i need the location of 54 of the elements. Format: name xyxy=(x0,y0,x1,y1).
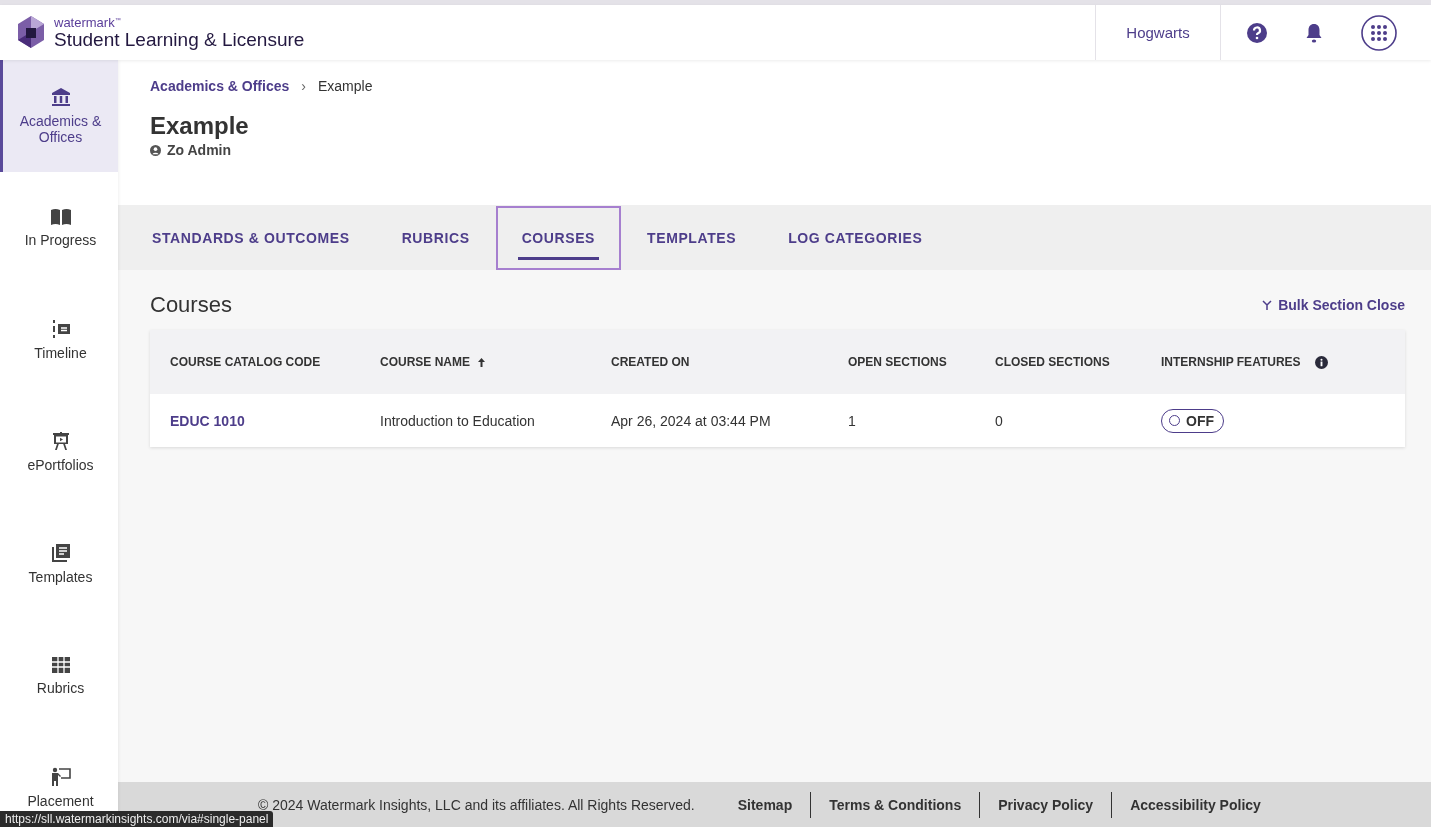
column-header: OPEN SECTIONS xyxy=(848,355,947,369)
tab[interactable]: RUBRICS xyxy=(375,205,496,270)
sort-ascending-icon[interactable] xyxy=(478,357,485,367)
user-icon xyxy=(150,144,161,156)
documents-icon xyxy=(50,543,71,563)
section-title: Courses xyxy=(150,292,232,318)
tab[interactable]: TEMPLATES xyxy=(621,205,763,270)
internship-toggle[interactable]: OFF xyxy=(1161,408,1224,433)
bulk-section-close-button[interactable]: Bulk Section Close xyxy=(1262,297,1405,313)
column-header: CLOSED SECTIONS xyxy=(995,355,1110,369)
table-cell: Apr 26, 2024 at 03:44 PM xyxy=(611,412,771,429)
sidebar-item[interactable]: ePortfolios xyxy=(0,396,118,508)
product-name: Student Learning & Licensure xyxy=(54,29,305,52)
info-icon[interactable] xyxy=(1314,355,1328,369)
footer-link[interactable]: Accessibility Policy xyxy=(1111,791,1279,818)
brand-name: watermark$^{™}$ xyxy=(54,14,122,30)
breadcrumb-current: Example xyxy=(317,78,373,94)
breadcrumb-separator: › xyxy=(301,78,306,94)
notification-bell-icon[interactable] xyxy=(1305,22,1323,43)
sidebar-item[interactable]: In Progress xyxy=(0,172,118,284)
column-header: COURSE CATALOG CODE xyxy=(170,355,321,369)
book-icon xyxy=(49,208,72,226)
sidebar-item[interactable]: Rubrics xyxy=(0,620,118,732)
sidebar-item[interactable]: Academics & Offices xyxy=(0,60,118,172)
column-header: COURSE NAME xyxy=(380,355,470,369)
help-icon[interactable] xyxy=(1247,22,1267,43)
column-header: INTERNSHIP FEATURES xyxy=(1161,355,1301,369)
table-grid-icon xyxy=(50,656,71,674)
logo-icon xyxy=(16,16,46,49)
breadcrumb-link[interactable]: Academics & Offices xyxy=(150,78,290,94)
copyright-text: © 2024 Watermark Insights, LLC and its affiliates. All Rights Reserved. xyxy=(258,796,695,813)
sidebar-item[interactable]: Timeline xyxy=(0,284,118,396)
easel-icon xyxy=(50,431,71,451)
footer-link[interactable]: Terms & Conditions xyxy=(810,791,980,818)
presenter-icon xyxy=(50,767,71,787)
course-code-link[interactable]: EDUC 1010 xyxy=(170,412,245,429)
apps-grid-icon[interactable] xyxy=(1361,14,1397,51)
tab[interactable]: LOG CATEGORIES xyxy=(762,205,949,270)
merge-arrows-icon xyxy=(1262,300,1273,310)
status-url-tooltip: https://sll.watermarkinsights.com/via#single-panel xyxy=(0,811,274,827)
owner-name: Zo Admin xyxy=(167,142,232,158)
sidebar-item[interactable]: Templates xyxy=(0,508,118,620)
column-header: CREATED ON xyxy=(611,355,690,369)
tab[interactable]: COURSES xyxy=(495,205,622,270)
page-title: Example xyxy=(150,112,250,140)
institution-button[interactable]: Hogwarts xyxy=(1095,5,1221,60)
table-cell: 1 xyxy=(848,412,856,429)
bank-icon xyxy=(50,87,71,107)
footer-link[interactable]: Sitemap xyxy=(719,791,811,818)
table-cell: 0 xyxy=(995,412,1003,429)
timeline-icon xyxy=(50,319,71,339)
tab[interactable]: STANDARDS & OUTCOMES xyxy=(126,205,376,270)
footer-link[interactable]: Privacy Policy xyxy=(979,791,1112,818)
table-cell: Introduction to Education xyxy=(380,412,535,429)
